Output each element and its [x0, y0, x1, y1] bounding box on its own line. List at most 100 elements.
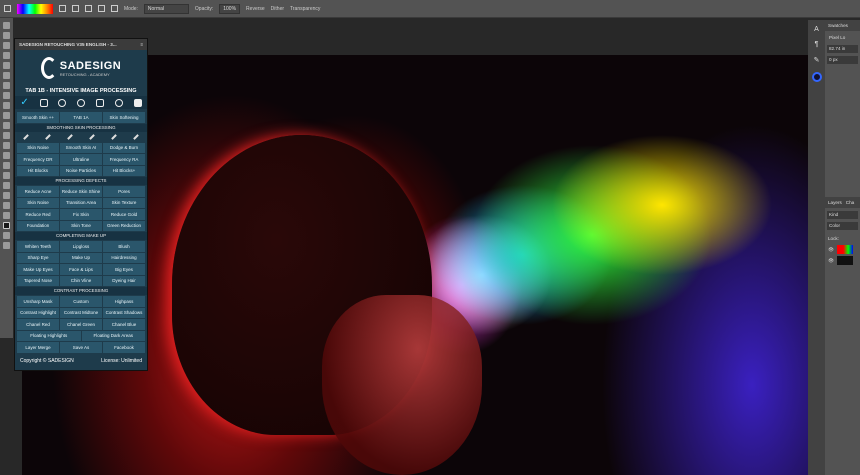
panel-action-button[interactable]: Chin Vline — [60, 275, 102, 286]
opacity-input[interactable]: 100% — [219, 3, 241, 14]
radial-gradient-button[interactable] — [72, 5, 79, 12]
panel-action-button[interactable]: Face & Lips — [60, 264, 102, 275]
panel-action-button[interactable]: Contrast Shadows — [103, 307, 145, 318]
dither-checkbox[interactable]: Dither — [271, 6, 284, 12]
transparency-checkbox[interactable]: Transparency — [290, 6, 320, 12]
panel-action-button[interactable]: Reduce Skin Shine — [60, 186, 102, 197]
panel-action-button[interactable]: Sharp Eye — [17, 252, 59, 263]
user-icon[interactable] — [133, 98, 142, 107]
linear-gradient-button[interactable] — [59, 5, 66, 12]
panel-action-button[interactable]: Reduce Acne — [17, 186, 59, 197]
dodge-tool-icon[interactable] — [3, 152, 10, 159]
panel-action-button[interactable]: Skin Texture — [103, 197, 145, 208]
zoom-tool-icon[interactable] — [3, 212, 10, 219]
brightness-icon[interactable] — [77, 98, 86, 107]
brush-settings-icon[interactable]: ✎ — [814, 56, 820, 64]
angle-gradient-button[interactable] — [85, 5, 92, 12]
screen-mode-icon[interactable] — [3, 242, 10, 249]
panel-action-button[interactable]: Hit Blocks — [17, 165, 59, 176]
tab-channels[interactable]: Cha — [846, 200, 854, 205]
visibility-eye-icon[interactable]: 👁 — [828, 247, 834, 253]
magic-wand-tool-icon[interactable] — [3, 52, 10, 59]
panel-action-button[interactable]: Skin Tone — [60, 220, 102, 231]
panel-action-button[interactable]: Chanel Blue — [103, 319, 145, 330]
type-tool-icon[interactable] — [3, 172, 10, 179]
mode-select[interactable]: Normal — [143, 3, 189, 14]
reflected-gradient-button[interactable] — [98, 5, 105, 12]
marquee-tool-icon[interactable] — [3, 32, 10, 39]
panel-action-button[interactable]: Chanel Red — [17, 319, 59, 330]
panel-action-button[interactable]: Floating Highlights — [17, 330, 81, 341]
brush-tool-icon[interactable] — [67, 133, 73, 140]
panel-action-button[interactable]: Lipgloss — [60, 241, 102, 252]
path-select-icon[interactable] — [3, 182, 10, 189]
visibility-eye-icon[interactable]: 👁 — [828, 258, 834, 264]
brush-tool-icon[interactable] — [89, 133, 95, 140]
gradient-tool-icon[interactable] — [3, 132, 10, 139]
document-icon[interactable] — [39, 98, 48, 107]
brush-tool-icon[interactable] — [23, 133, 29, 140]
brush-tool-icon[interactable] — [111, 133, 117, 140]
panel-action-button[interactable]: TAB 1A — [60, 112, 102, 123]
color-wheel-icon[interactable] — [811, 72, 822, 82]
panel-action-button[interactable]: Whiten Teeth — [17, 241, 59, 252]
move-tool-icon[interactable] — [3, 22, 10, 29]
panel-action-button[interactable]: Custom — [60, 296, 102, 307]
tool-preset-icon[interactable] — [4, 5, 11, 12]
diamond-gradient-button[interactable] — [111, 5, 118, 12]
panel-action-button[interactable]: Tapered Nose — [17, 275, 59, 286]
panel-action-button[interactable]: Skin Noise — [17, 142, 59, 153]
layer-row[interactable]: 👁 — [825, 255, 860, 266]
width-field[interactable]: 82.74 in — [827, 45, 858, 53]
panel-action-button[interactable]: Skin Softening — [103, 112, 145, 123]
panel-action-button[interactable]: Contrast Midtone — [60, 307, 102, 318]
panel-action-button[interactable]: Blush — [103, 241, 145, 252]
panel-action-button[interactable]: Dodge & Burn — [103, 142, 145, 153]
panel-action-button[interactable]: Contrast Highlight — [17, 307, 59, 318]
foreground-color-swatch[interactable] — [3, 222, 10, 229]
panel-action-button[interactable]: Transition Area — [60, 197, 102, 208]
gradient-picker[interactable] — [17, 3, 53, 14]
blend-mode-select[interactable]: Color — [827, 222, 858, 230]
quick-mask-icon[interactable] — [3, 232, 10, 239]
brush-tool-icon[interactable] — [3, 92, 10, 99]
panel-action-button[interactable]: Make Up — [60, 252, 102, 263]
panel-action-button[interactable]: Hit Blocks+ — [103, 165, 145, 176]
panel-action-button[interactable]: Unsharp Mask — [17, 296, 59, 307]
tab-swatches[interactable]: Swatches — [825, 20, 860, 31]
panel-action-button[interactable]: Frequency RA — [103, 154, 145, 165]
panel-action-button[interactable]: Make Up Eyes — [17, 264, 59, 275]
panel-action-button[interactable]: Save As — [60, 342, 102, 353]
layer-kind-filter[interactable]: Kind — [827, 211, 858, 219]
character-panel-icon[interactable]: A — [814, 26, 819, 33]
printer-icon[interactable] — [95, 98, 104, 107]
panel-action-button[interactable]: Facebook — [103, 342, 145, 353]
panel-action-button[interactable]: Highpass — [103, 296, 145, 307]
panel-action-button[interactable]: Chanel Green — [60, 319, 102, 330]
check-icon[interactable]: ✓ — [20, 97, 28, 107]
panel-action-button[interactable]: Green Reduction — [103, 220, 145, 231]
panel-action-button[interactable]: Reduce Gold — [103, 209, 145, 220]
color-circles-icon[interactable] — [114, 98, 123, 107]
lasso-tool-icon[interactable] — [3, 42, 10, 49]
blur-tool-icon[interactable] — [3, 142, 10, 149]
brush-tool-icon[interactable] — [133, 133, 139, 140]
reverse-checkbox[interactable]: Reverse — [246, 6, 265, 12]
panel-action-button[interactable]: Hairdressing — [103, 252, 145, 263]
panel-action-button[interactable]: Ultraline — [60, 154, 102, 165]
panel-action-button[interactable]: Noise Particles — [60, 165, 102, 176]
panel-action-button[interactable]: Layer Merge — [17, 342, 59, 353]
panel-action-button[interactable]: Foundation — [17, 220, 59, 231]
x-field[interactable]: 0 px — [827, 56, 858, 64]
panel-action-button[interactable]: Smooth Skin ++ — [17, 112, 59, 123]
eraser-tool-icon[interactable] — [3, 122, 10, 129]
tab-layers[interactable]: Layers — [828, 200, 842, 205]
stamp-tool-icon[interactable] — [3, 102, 10, 109]
paragraph-panel-icon[interactable]: ¶ — [815, 41, 819, 48]
panel-action-button[interactable]: Fix Skin — [60, 209, 102, 220]
pen-tool-icon[interactable] — [3, 162, 10, 169]
layer-row[interactable]: 👁 — [825, 244, 860, 255]
eyedropper-tool-icon[interactable] — [3, 72, 10, 79]
panel-action-button[interactable]: Skin Noise — [17, 197, 59, 208]
panel-action-button[interactable]: Smooth Skin AI — [60, 142, 102, 153]
